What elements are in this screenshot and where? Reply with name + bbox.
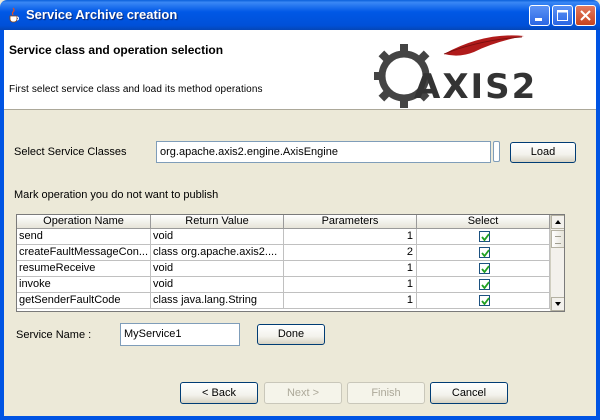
page-subtitle: First select service class and load its … xyxy=(9,84,263,95)
operations-instruction: Mark operation you do not want to publis… xyxy=(14,189,219,201)
return-value-cell: void xyxy=(151,277,284,293)
done-button[interactable]: Done xyxy=(257,324,325,345)
checkmark-icon xyxy=(480,233,490,242)
minimize-icon xyxy=(535,18,542,21)
service-class-input[interactable]: org.apache.axis2.engine.AxisEngine xyxy=(156,141,491,163)
maximize-button[interactable] xyxy=(552,5,573,26)
select-checkbox[interactable] xyxy=(478,279,490,290)
table-row[interactable]: invoke void 1 xyxy=(17,277,550,293)
page-title: Service class and operation selection xyxy=(9,43,224,57)
select-checkbox[interactable] xyxy=(478,231,490,242)
column-header-return-value[interactable]: Return Value xyxy=(151,215,284,229)
return-value-cell: class java.lang.String xyxy=(151,293,284,309)
return-value-cell: void xyxy=(151,261,284,277)
vertical-scrollbar[interactable] xyxy=(550,215,564,311)
parameters-cell: 1 xyxy=(284,261,417,277)
scroll-up-button[interactable] xyxy=(551,215,564,229)
axis2-logo: AXIS2 xyxy=(374,35,537,108)
operation-name-cell: createFaultMessageCon... xyxy=(17,245,151,261)
operation-name-cell: send xyxy=(17,229,151,245)
maximize-icon xyxy=(557,10,568,21)
parameters-cell: 2 xyxy=(284,245,417,261)
table-row[interactable]: send void 1 xyxy=(17,229,550,245)
operation-name-cell: resumeReceive xyxy=(17,261,151,277)
arrow-down-icon xyxy=(555,302,561,306)
checkmark-icon xyxy=(480,281,490,290)
cancel-button[interactable]: Cancel xyxy=(430,382,508,404)
window-title: Service Archive creation xyxy=(26,7,178,22)
service-classes-label: Select Service Classes xyxy=(14,146,127,158)
column-header-select[interactable]: Select xyxy=(417,215,550,229)
logo-text: AXIS2 xyxy=(414,67,537,107)
arrow-up-icon xyxy=(555,220,561,224)
table-body: send void 1 createFaultMessageCon... cla… xyxy=(17,229,550,309)
close-button[interactable] xyxy=(575,5,596,26)
wizard-header: Service class and operation selection Fi… xyxy=(4,30,596,110)
parameters-cell: 1 xyxy=(284,293,417,309)
window-frame-right xyxy=(596,30,600,420)
service-name-input[interactable]: MyService1 xyxy=(120,323,240,346)
next-button[interactable]: Next > xyxy=(264,382,342,404)
java-cup-icon xyxy=(9,7,19,23)
checkmark-icon xyxy=(480,249,490,258)
finish-button[interactable]: Finish xyxy=(347,382,425,404)
column-header-operation-name[interactable]: Operation Name xyxy=(17,215,151,229)
select-checkbox[interactable] xyxy=(478,295,490,306)
load-button[interactable]: Load xyxy=(510,142,576,163)
scroll-down-button[interactable] xyxy=(551,297,564,311)
table-header: Operation Name Return Value Parameters S… xyxy=(17,215,550,229)
scrollbar-thumb[interactable] xyxy=(551,230,564,248)
operation-name-cell: getSenderFaultCode xyxy=(17,293,151,309)
return-value-cell: void xyxy=(151,229,284,245)
return-value-cell: class org.apache.axis2.... xyxy=(151,245,284,261)
operations-table[interactable]: Operation Name Return Value Parameters S… xyxy=(16,214,565,312)
table-row[interactable]: resumeReceive void 1 xyxy=(17,261,550,277)
browse-button[interactable] xyxy=(493,141,500,162)
operation-name-cell: invoke xyxy=(17,277,151,293)
close-icon xyxy=(580,10,591,21)
table-row[interactable]: createFaultMessageCon... class org.apach… xyxy=(17,245,550,261)
table-row[interactable]: getSenderFaultCode class java.lang.Strin… xyxy=(17,293,550,309)
title-bar[interactable]: Service Archive creation xyxy=(0,0,600,30)
back-button[interactable]: < Back xyxy=(180,382,258,404)
select-checkbox[interactable] xyxy=(478,263,490,274)
parameters-cell: 1 xyxy=(284,229,417,245)
window-frame-bottom xyxy=(0,416,600,420)
checkmark-icon xyxy=(480,297,490,306)
service-name-label: Service Name : xyxy=(16,329,92,341)
minimize-button[interactable] xyxy=(529,5,550,26)
checkmark-icon xyxy=(480,265,490,274)
parameters-cell: 1 xyxy=(284,277,417,293)
select-checkbox[interactable] xyxy=(478,247,490,258)
column-header-parameters[interactable]: Parameters xyxy=(284,215,417,229)
